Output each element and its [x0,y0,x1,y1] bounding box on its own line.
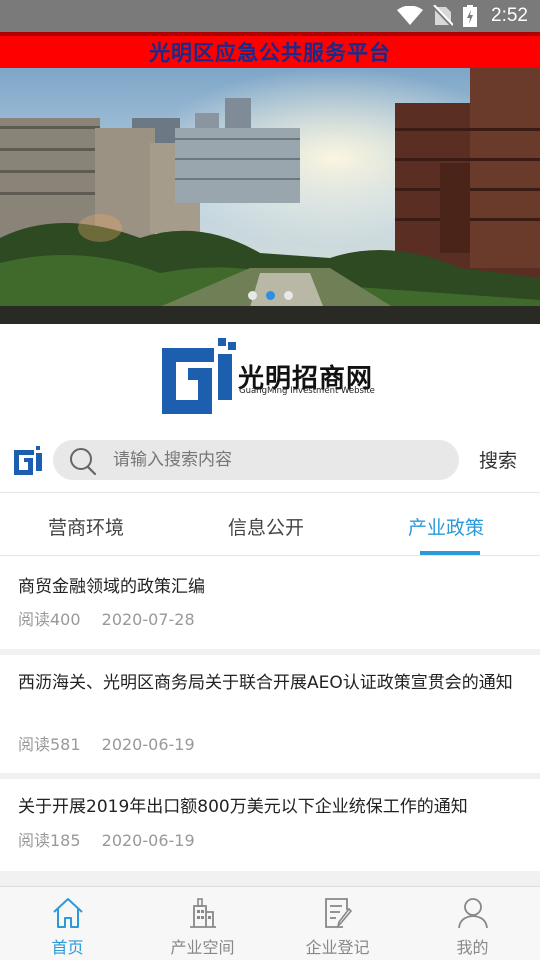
article-meta: 阅读185 2020-06-19 [18,827,211,851]
article-meta: 阅读400 2020-07-28 [18,606,211,630]
search-bar[interactable] [53,440,459,480]
nav-label: 产业空间 [170,938,235,957]
small-logo-icon[interactable] [14,445,44,475]
building-icon [189,898,216,928]
list-item[interactable]: 关于开展2019年出口额800万美元以下企业统保工作的通知 阅读185 2020… [0,779,540,871]
nav-mine[interactable]: 我的 [405,887,540,960]
tab-business-environment[interactable]: 营商环境 [48,513,124,540]
search-input[interactable] [113,448,443,472]
tab-information-disclosure[interactable]: 信息公开 [228,513,304,540]
user-icon [457,898,488,929]
article-title: 商贸金融领域的政策汇编 [18,577,205,597]
clock: 2:52 [491,5,528,26]
status-bar: 2:52 [0,0,540,32]
tab-industry-policy[interactable]: 产业政策 [408,513,484,540]
article-title: 西沥海关、光明区商务局关于联合开展AEO认证政策宣贯会的通知 [18,673,513,693]
list-item[interactable]: 西沥海关、光明区商务局关于联合开展AEO认证政策宣贯会的通知 阅读581 202… [0,655,540,773]
read-count: 阅读185 [18,831,81,850]
page-title: 光明区应急公共服务平台 [149,41,391,65]
wifi-icon [397,6,424,25]
category-tabs: 营商环境 信息公开 产业政策 [0,492,540,556]
carousel-dot[interactable] [283,291,293,300]
read-count: 阅读400 [18,610,81,629]
nav-enterprise-registration[interactable]: 企业登记 [270,887,405,960]
nav-label: 我的 [456,938,489,957]
nav-industry-space[interactable]: 产业空间 [135,887,270,960]
carousel-dot[interactable] [247,291,257,300]
no-sim-icon [433,5,454,27]
list-item[interactable]: 商贸金融领域的政策汇编 阅读400 2020-07-28 [0,557,540,649]
home-icon [52,898,83,928]
app-header: 光明区应急公共服务平台 [0,32,540,68]
battery-icon [463,5,478,27]
banner-image [0,68,540,324]
article-title: 关于开展2019年出口额800万美元以下企业统保工作的通知 [18,797,468,817]
gm-logo-icon [162,338,236,414]
search-icon [70,448,97,476]
publish-date: 2020-07-28 [101,610,195,629]
nav-label: 首页 [51,938,84,957]
publish-date: 2020-06-19 [101,735,195,754]
active-tab-indicator [420,551,480,555]
bottom-navigation: 首页 产业空间 企业登记 我的 [0,886,540,960]
publish-date: 2020-06-19 [101,831,195,850]
article-meta: 阅读581 2020-06-19 [18,731,211,755]
nav-home[interactable]: 首页 [0,887,135,960]
carousel-dot-active[interactable] [265,291,275,300]
divider [0,871,540,886]
carousel-indicator [0,291,540,300]
read-count: 阅读581 [18,735,81,754]
logo-subtitle: GuangMing Investment Website [239,386,375,396]
edit-document-icon [324,898,352,929]
nav-label: 企业登记 [305,938,370,957]
search-button[interactable]: 搜索 [479,446,517,473]
banner-carousel[interactable] [0,68,540,324]
